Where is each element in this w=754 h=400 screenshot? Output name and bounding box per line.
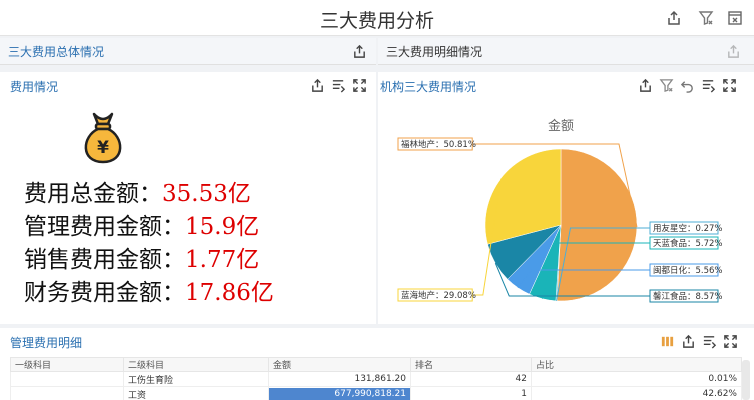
fullscreen-window-icon[interactable] (727, 10, 743, 26)
column-header[interactable]: 占比 (531, 357, 742, 372)
pie-slice-label: 蓝海地产：29.08% (401, 290, 476, 301)
stat-finance: 财务费用金额：17.86亿 (24, 280, 274, 306)
page: 三大费用分析 三大费用总体情况 三大费用明细情况 费用情况 ¥ 费用总金额：35… (0, 0, 754, 400)
cell-amount: 677,990,818.21 (268, 386, 411, 400)
cell-rank: 1 (410, 386, 532, 400)
expand-icon[interactable] (723, 334, 738, 349)
org-panel-toolbar (638, 78, 737, 93)
clear-filter-icon[interactable] (698, 10, 714, 26)
column-header[interactable]: 金额 (268, 357, 411, 372)
column-header[interactable]: 排名 (410, 357, 532, 372)
tab-detail-label: 三大费用明细情况 (386, 45, 483, 59)
detail-panel-toolbar (660, 334, 738, 349)
cell-l2: 工伤生育险 (123, 371, 269, 387)
money-bag-icon: ¥ (78, 110, 128, 166)
stat-admin: 管理费用金额：15.9亿 (24, 214, 260, 240)
cell-pct: 0.01% (531, 371, 742, 387)
table-header-row: 一级科目 二级科目 金额 排名 占比 (10, 357, 742, 372)
column-header[interactable]: 二级科目 (123, 357, 269, 372)
export-icon[interactable] (310, 78, 325, 93)
stat-sales: 销售费用金额：1.77亿 (24, 247, 260, 273)
table-row[interactable]: 工资 677,990,818.21 1 42.62% (10, 386, 742, 400)
table-row[interactable]: 工伤生育险 131,861.20 42 0.01% (10, 371, 742, 387)
pie-slice-label: 福林地产：50.81% (401, 139, 476, 150)
pie-chart: 福林地产：50.81% 用友星空：0.27% 天蓝食品：5.72% 闽都日化：5.56… (397, 137, 723, 303)
export-icon[interactable] (352, 44, 367, 59)
page-title: 三大费用分析 (319, 10, 434, 32)
cell-pct: 42.62% (531, 386, 742, 400)
export-icon[interactable] (666, 10, 682, 26)
undo-icon[interactable] (680, 78, 695, 93)
tab-detail[interactable]: 三大费用明细情况 (378, 38, 754, 65)
pie-slice-label: 馨江食品：8.57% (653, 291, 723, 302)
export-icon[interactable] (726, 44, 741, 59)
detail-table: 一级科目 二级科目 金额 排名 占比 工伤生育险 131,861.20 42 0… (10, 357, 742, 400)
tab-overview-label: 三大费用总体情况 (8, 45, 105, 59)
detail-panel-title: 管理费用明细 (10, 336, 83, 350)
cell-l2: 工资 (123, 386, 269, 400)
tab-overview[interactable]: 三大费用总体情况 (0, 38, 376, 65)
pie-slice-label: 闽都日化：5.56% (653, 265, 723, 276)
data-view-icon[interactable] (701, 78, 716, 93)
expand-icon[interactable] (352, 78, 367, 93)
expand-icon[interactable] (722, 78, 737, 93)
pie-slice-label: 用友星空：0.27% (653, 223, 723, 234)
expense-panel-toolbar (310, 78, 367, 93)
cell-l1 (10, 371, 124, 387)
data-view-icon[interactable] (702, 334, 717, 349)
pie-slice-label: 天蓝食品：5.72% (653, 238, 723, 249)
cell-l1 (10, 386, 124, 400)
column-header[interactable]: 一级科目 (10, 357, 124, 372)
cell-amount: 131,861.20 (268, 371, 411, 387)
title-bar: 三大费用分析 (0, 0, 754, 36)
svg-text:¥: ¥ (97, 138, 109, 158)
data-view-icon[interactable] (331, 78, 346, 93)
export-icon[interactable] (681, 334, 696, 349)
cell-rank: 42 (410, 371, 532, 387)
stat-total: 费用总金额：35.53亿 (24, 181, 251, 207)
expense-panel-title: 费用情况 (10, 80, 59, 94)
clear-filter-icon[interactable] (659, 78, 674, 93)
export-icon[interactable] (638, 78, 653, 93)
column-settings-icon[interactable] (660, 334, 675, 349)
org-panel-title: 机构三大费用情况 (380, 80, 477, 94)
table-scrollbar[interactable] (742, 360, 750, 400)
